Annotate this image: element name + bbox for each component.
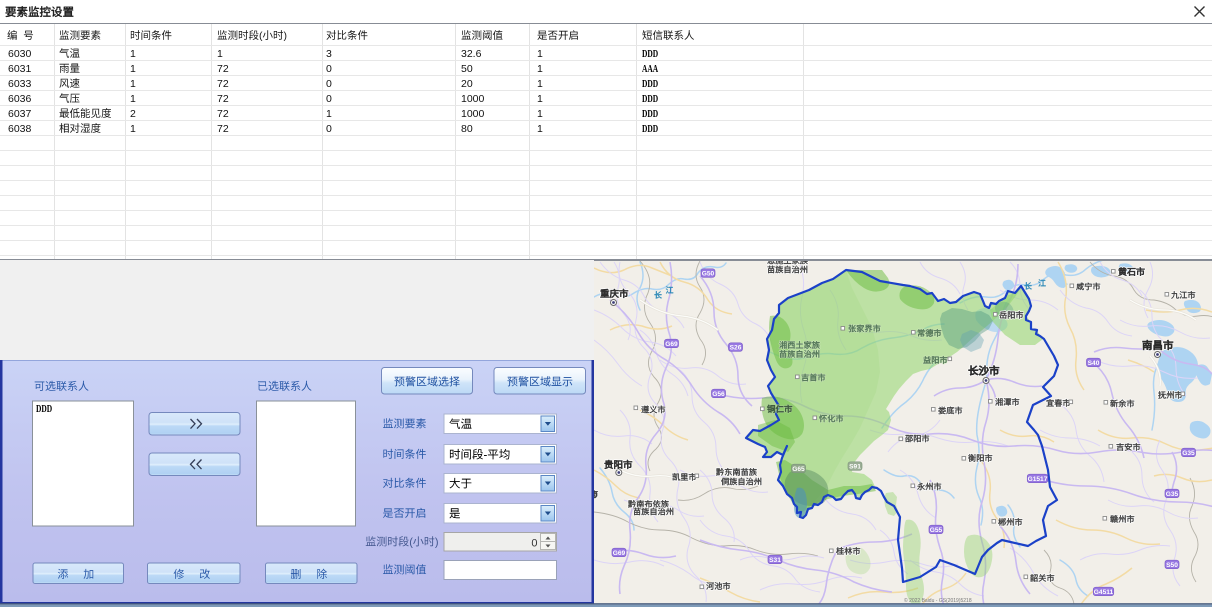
svg-text:0: 0 [326, 123, 332, 135]
svg-text:-: - [484, 450, 488, 462]
svg-text:1000: 1000 [461, 93, 485, 105]
svg-text:0: 0 [326, 78, 332, 90]
svg-text:G65: G65 [792, 466, 805, 473]
svg-text:1: 1 [537, 108, 543, 120]
svg-text:(: ( [409, 537, 413, 549]
svg-text:3: 3 [326, 48, 332, 60]
svg-text:6037: 6037 [8, 108, 32, 120]
svg-text:1: 1 [130, 123, 136, 135]
svg-text:6038: 6038 [8, 123, 32, 135]
svg-text:72: 72 [217, 63, 229, 75]
svg-text:6036: 6036 [8, 93, 32, 105]
svg-text:DDD: DDD [642, 124, 658, 136]
svg-text:0: 0 [326, 63, 332, 75]
svg-text:(: ( [259, 30, 263, 42]
svg-text:S31: S31 [769, 557, 781, 564]
svg-text:1: 1 [537, 48, 543, 60]
svg-text:G1517: G1517 [1028, 476, 1048, 483]
svg-text:80: 80 [461, 123, 473, 135]
svg-text:0: 0 [326, 93, 332, 105]
svg-text:1: 1 [130, 93, 136, 105]
svg-text:32.6: 32.6 [461, 48, 482, 60]
svg-text:1: 1 [537, 63, 543, 75]
svg-text:): ) [283, 30, 287, 42]
svg-text:1: 1 [130, 48, 136, 60]
svg-text:1: 1 [217, 48, 223, 60]
svg-text:72: 72 [217, 78, 229, 90]
svg-text:6031: 6031 [8, 63, 32, 75]
svg-text:G50: G50 [702, 270, 715, 277]
svg-text:© 2022 Baidu - GS(2019)5218: © 2022 Baidu - GS(2019)5218 [904, 597, 972, 604]
svg-text:20: 20 [461, 78, 473, 90]
svg-text:72: 72 [217, 93, 229, 105]
svg-text:DDD: DDD [36, 404, 52, 416]
svg-text:DDD: DDD [642, 94, 658, 106]
svg-text:1: 1 [537, 93, 543, 105]
svg-text:1000: 1000 [461, 108, 485, 120]
svg-text:G69: G69 [665, 341, 678, 348]
svg-text:G55: G55 [930, 527, 943, 534]
svg-text:DDD: DDD [642, 109, 658, 121]
svg-text:50: 50 [461, 63, 473, 75]
svg-text:1: 1 [130, 78, 136, 90]
svg-text:1: 1 [537, 123, 543, 135]
svg-text:72: 72 [217, 108, 229, 120]
svg-text:2: 2 [130, 108, 136, 120]
svg-text:DDD: DDD [642, 49, 658, 61]
svg-text:DDD: DDD [642, 79, 658, 91]
svg-text:S50: S50 [1166, 562, 1178, 569]
svg-text:1: 1 [537, 78, 543, 90]
svg-text:G4511: G4511 [1094, 589, 1114, 596]
svg-text:S26: S26 [730, 344, 742, 351]
svg-text:6033: 6033 [8, 78, 32, 90]
svg-text:1: 1 [326, 108, 332, 120]
svg-text:G35: G35 [1166, 491, 1179, 498]
svg-text:1: 1 [130, 63, 136, 75]
svg-text:S40: S40 [1088, 360, 1100, 367]
svg-text:G56: G56 [712, 391, 725, 398]
svg-text:): ) [435, 537, 439, 549]
svg-text:6030: 6030 [8, 48, 32, 60]
svg-text:72: 72 [217, 123, 229, 135]
svg-text:0: 0 [531, 538, 537, 550]
svg-text:S91: S91 [849, 463, 861, 470]
svg-text:AAA: AAA [642, 64, 658, 76]
svg-text:G69: G69 [613, 550, 626, 557]
svg-text:G35: G35 [1182, 450, 1195, 457]
